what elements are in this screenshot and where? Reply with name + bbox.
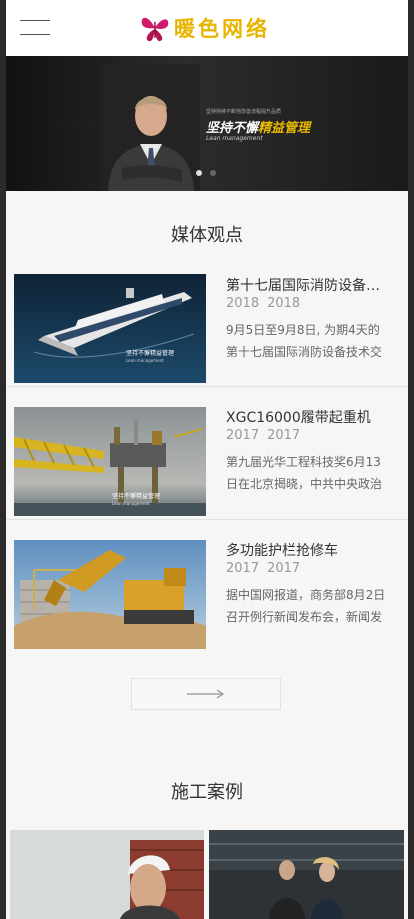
news-item[interactable]: 多功能护栏抢修车 2017 2017 据中国网报道，商务部8月2日召开例行新闻发布…	[6, 520, 408, 652]
banner-headline: 坚持不懈精益管理	[206, 117, 310, 136]
header: 暖色网络	[6, 0, 408, 56]
media-section-title: 媒体观点	[171, 225, 243, 246]
hamburger-icon[interactable]	[20, 20, 50, 36]
thumb-caption: 坚持不懈精益管理	[126, 350, 175, 357]
arrow-right-icon	[187, 689, 224, 699]
news-date: 2017 2017	[226, 561, 308, 576]
news-date: 2017 2017	[226, 428, 308, 443]
warehouse-meeting-image	[209, 830, 404, 919]
logo[interactable]: 暖色网络	[138, 10, 270, 46]
banner-subline: Lean management	[206, 135, 263, 142]
case-card[interactable]	[209, 830, 404, 919]
news-date-year-2: 2017	[267, 428, 301, 443]
offshore-platform-image	[14, 407, 206, 516]
news-summary: 第九届光华工程科技奖6月13日在北京揭晓，中共中央政治局常委	[226, 455, 383, 491]
news-date-year: 2017	[226, 561, 260, 576]
headline-part1: 坚持不懈	[206, 121, 259, 136]
thumb-sub: Lean management	[126, 358, 164, 363]
page: 暖色网络 坚持持续不断地改善流程提升品质 坚持不懈精益管理 Lean manag…	[6, 0, 408, 919]
slider-dots	[196, 170, 216, 176]
case-card[interactable]	[10, 830, 204, 919]
hero-banner[interactable]: 坚持持续不断地改善流程提升品质 坚持不懈精益管理 Lean management	[6, 56, 408, 191]
news-summary: 9月5日至9月8日, 为期4天的第十七届国际消防设备技术交流展览会	[226, 323, 383, 359]
banner-small-line: 坚持持续不断地改善流程提升品质	[206, 109, 282, 115]
thumb-sub: Lean management	[112, 501, 150, 506]
news-date-year: 2017	[226, 428, 260, 443]
cruise-ship-image	[14, 274, 206, 383]
news-title[interactable]: 多功能护栏抢修车	[226, 540, 386, 560]
news-title[interactable]: 第十七届国际消防设备技术交流展览会	[226, 275, 386, 295]
news-date-year-2: 2018	[267, 296, 301, 311]
news-summary: 据中国网报道，商务部8月2日召开例行新闻发布会，新闻发言人	[226, 588, 386, 624]
logo-text: 暖色网络	[174, 16, 270, 41]
headline-part2: 精益管理	[258, 121, 311, 136]
news-date: 2018 2018	[226, 296, 308, 311]
news-item[interactable]: 坚持不懈精益管理 Lean management XGC16000履带起重机 2…	[6, 387, 408, 520]
thumb-caption: 坚持不懈精益管理	[112, 493, 161, 500]
news-thumbnail[interactable]	[14, 540, 206, 649]
excavator-image	[14, 540, 206, 649]
news-title[interactable]: XGC16000履带起重机	[226, 407, 386, 427]
more-news-button[interactable]	[131, 678, 281, 710]
news-item[interactable]: 坚持不懈精益管理 Lean management 第十七届国际消防设备技术交流展…	[6, 274, 408, 387]
cases-section-title: 施工案例	[171, 782, 243, 803]
news-thumbnail[interactable]: 坚持不懈精益管理 Lean management	[14, 407, 206, 516]
worker-helmet-image	[10, 830, 204, 919]
news-list: 坚持不懈精益管理 Lean management 第十七届国际消防设备技术交流展…	[6, 274, 408, 652]
butterfly-logo-icon	[141, 17, 169, 42]
businessman-image	[102, 64, 200, 191]
news-date-year: 2018	[226, 296, 260, 311]
slider-dot-1[interactable]	[196, 170, 202, 176]
news-date-year-2: 2017	[267, 561, 301, 576]
slider-dot-2[interactable]	[210, 170, 216, 176]
news-thumbnail[interactable]: 坚持不懈精益管理 Lean management	[14, 274, 206, 383]
